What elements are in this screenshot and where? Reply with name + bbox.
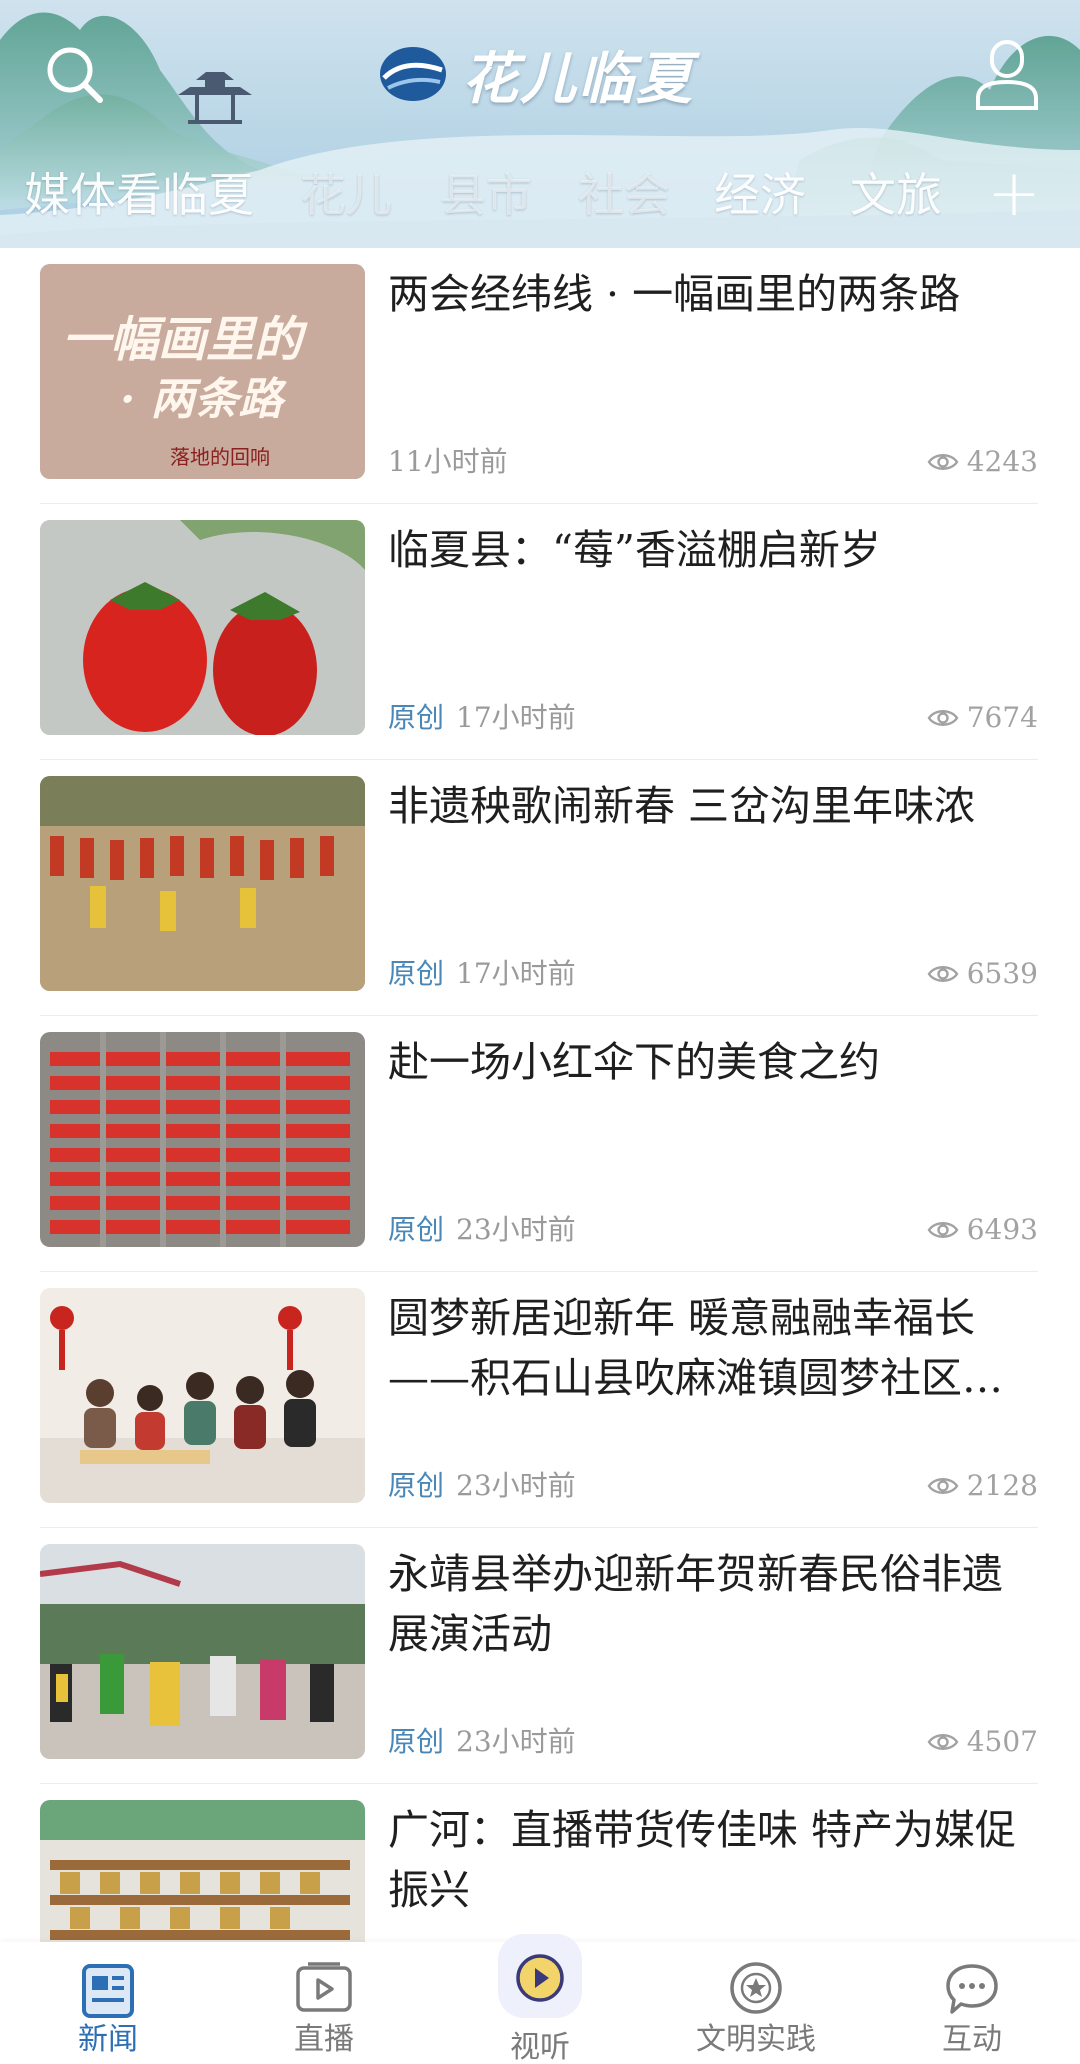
news-views: 2128 <box>927 1464 1038 1508</box>
thumb-text-line1: 一幅画里的 <box>62 312 308 368</box>
news-time: 23小时前 <box>456 1469 576 1502</box>
news-icon <box>82 1964 134 2018</box>
thumb-text-line2: · 两条路 <box>120 374 288 425</box>
news-time: 17小时前 <box>456 701 576 734</box>
nav-news[interactable]: 新闻 <box>28 1942 188 2064</box>
nav-civilization[interactable]: 文明实践 <box>676 1942 836 2064</box>
tab-media-linxia[interactable]: 媒体看临夏 <box>24 158 254 232</box>
news-item[interactable]: 广河：直播带货传佳味 特产为媒促振兴 <box>40 1784 1038 1942</box>
news-views: 6539 <box>927 952 1038 996</box>
app-header: 花儿临夏 媒体看临夏 花儿 县市 社会 经济 文旅 + <box>0 0 1080 248</box>
news-list: 一幅画里的 · 两条路 落地的回响 两会经纬线 · 一幅画里的两条路 11小时前… <box>0 248 1080 1942</box>
news-thumbnail <box>40 520 365 735</box>
news-item[interactable]: 非遗秧歌闹新春 三岔沟里年味浓 原创 17小时前 6539 <box>40 760 1038 1016</box>
news-views: 7674 <box>927 696 1038 740</box>
news-views: 4507 <box>927 1720 1038 1764</box>
news-title: 临夏县：“莓”香溢棚启新岁 <box>388 526 881 574</box>
news-meta: 原创 23小时前 4507 <box>388 1720 1038 1764</box>
search-button[interactable] <box>40 40 110 110</box>
news-time: 17小时前 <box>456 957 576 990</box>
view-count: 7674 <box>966 701 1038 734</box>
nav-label: 文明实践 <box>696 2022 816 2057</box>
news-title: 非遗秧歌闹新春 三岔沟里年味浓 <box>388 782 976 830</box>
nav-label: 直播 <box>294 2022 354 2057</box>
news-views: 6493 <box>927 1208 1038 1252</box>
play-icon <box>516 1954 564 2002</box>
brand: 花儿临夏 <box>378 34 694 114</box>
eye-icon <box>927 1734 959 1750</box>
news-thumbnail <box>40 1800 365 1942</box>
eye-icon <box>927 454 959 470</box>
news-source: 原创 <box>388 957 445 990</box>
news-title: 广河：直播带货传佳味 特产为媒促振兴 <box>388 1806 1017 1914</box>
user-icon <box>976 40 1038 110</box>
nav-label: 视听 <box>510 2030 570 2064</box>
brand-logo-icon <box>380 47 446 101</box>
news-thumbnail <box>40 1544 365 1759</box>
news-meta: 原创 23小时前 2128 <box>388 1464 1038 1508</box>
news-time: 11小时前 <box>388 445 508 478</box>
bottom-navigation: 新闻 直播 视听 文明实践 互动 <box>0 1934 1080 2064</box>
view-count: 6539 <box>966 957 1038 990</box>
channel-tabs: 媒体看临夏 花儿 县市 社会 经济 文旅 + <box>0 158 1080 232</box>
news-source: 原创 <box>388 701 445 734</box>
news-views: 4243 <box>927 440 1038 484</box>
brand-title: 花儿临夏 <box>462 45 694 112</box>
news-meta: 原创 17小时前 7674 <box>388 696 1038 740</box>
nav-label: 新闻 <box>78 2022 138 2057</box>
view-count: 6493 <box>966 1213 1038 1246</box>
chat-icon <box>946 1964 998 2014</box>
news-meta: 11小时前 4243 <box>388 440 1038 484</box>
news-thumbnail <box>40 776 365 991</box>
news-time: 23小时前 <box>456 1725 576 1758</box>
nav-live[interactable]: 直播 <box>244 1942 404 2064</box>
tab-huaer[interactable]: 花儿 <box>300 158 392 232</box>
tab-culture-tourism[interactable]: 文旅 <box>850 158 942 232</box>
tab-county[interactable]: 县市 <box>440 158 532 232</box>
view-count: 4243 <box>966 445 1038 478</box>
news-source: 原创 <box>388 1469 445 1502</box>
news-title: 圆梦新居迎新年 暖意融融幸福长——积石山县吹麻滩镇圆梦社区… <box>388 1294 1003 1402</box>
eye-icon <box>927 1222 959 1238</box>
news-meta: 原创 23小时前 6493 <box>388 1208 1038 1252</box>
tab-society[interactable]: 社会 <box>578 158 670 232</box>
nav-audiovisual[interactable]: 视听 <box>460 1942 620 2064</box>
eye-icon <box>927 710 959 726</box>
news-title: 永靖县举办迎新年贺新春民俗非遗展演活动 <box>388 1550 1003 1658</box>
eye-icon <box>927 966 959 982</box>
news-item[interactable]: 临夏县：“莓”香溢棚启新岁 原创 17小时前 7674 <box>40 504 1038 760</box>
view-count: 2128 <box>966 1469 1038 1502</box>
news-title: 两会经纬线 · 一幅画里的两条路 <box>388 270 961 318</box>
news-item[interactable]: 赴一场小红伞下的美食之约 原创 23小时前 6493 <box>40 1016 1038 1272</box>
search-icon <box>47 47 103 103</box>
view-count: 4507 <box>966 1725 1038 1758</box>
news-item[interactable]: 圆梦新居迎新年 暖意融融幸福长——积石山县吹麻滩镇圆梦社区… 原创 23小时前 2… <box>40 1272 1038 1528</box>
eye-icon <box>927 1478 959 1494</box>
nav-label: 互动 <box>942 2022 1002 2057</box>
news-time: 23小时前 <box>456 1213 576 1246</box>
news-meta: 原创 17小时前 6539 <box>388 952 1038 996</box>
civilization-badge-icon <box>730 1962 782 2014</box>
tab-economy[interactable]: 经济 <box>714 158 806 232</box>
user-profile-button[interactable] <box>972 36 1042 112</box>
news-source: 原创 <box>388 1725 445 1758</box>
thumb-small-text: 落地的回响 <box>170 445 270 469</box>
news-title: 赴一场小红伞下的美食之约 <box>388 1038 880 1086</box>
news-item[interactable]: 永靖县举办迎新年贺新春民俗非遗展演活动 原创 23小时前 4507 <box>40 1528 1038 1784</box>
news-thumbnail: 一幅画里的 · 两条路 落地的回响 <box>40 264 365 479</box>
add-channel-button[interactable]: + <box>984 162 1044 226</box>
news-thumbnail <box>40 1288 365 1503</box>
news-thumbnail <box>40 1032 365 1247</box>
live-icon <box>296 1962 352 2012</box>
news-item[interactable]: 一幅画里的 · 两条路 落地的回响 两会经纬线 · 一幅画里的两条路 11小时前… <box>40 248 1038 504</box>
news-source: 原创 <box>388 1213 445 1246</box>
nav-interaction[interactable]: 互动 <box>892 1942 1052 2064</box>
